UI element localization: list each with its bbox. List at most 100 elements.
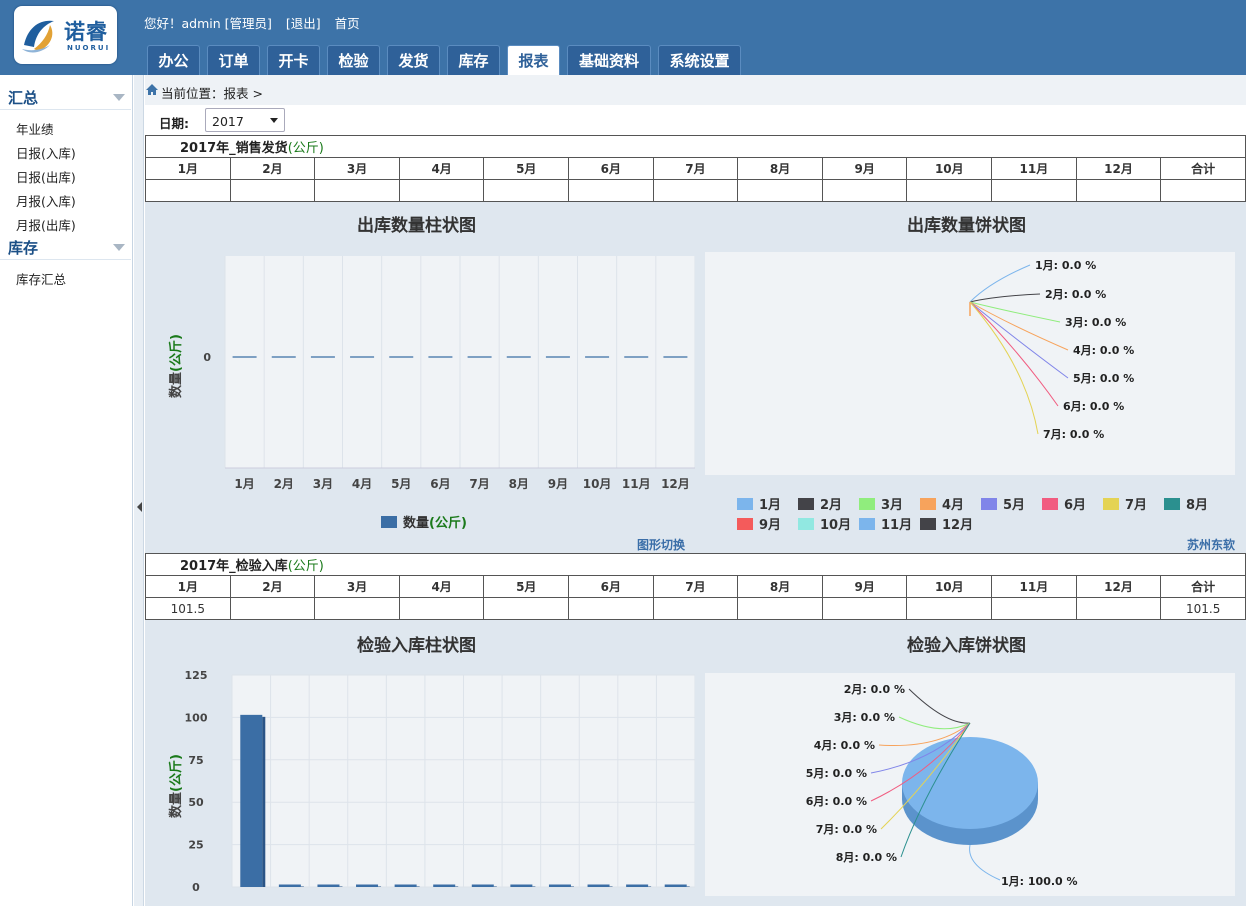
tab-reports[interactable]: 报表: [507, 45, 560, 75]
table-cell: [1075, 597, 1162, 620]
bar-legend-item[interactable]: 数量(公斤): [381, 512, 467, 531]
pie-leader-line: [908, 688, 971, 724]
x-tick-label: 12月: [661, 477, 690, 491]
pie-data-label: 7月: 0.0 %: [1043, 428, 1104, 441]
pie-legend-item[interactable]: 5月: [981, 494, 1025, 513]
main-content: 当前位置：报表 > 日期: 2017 2017年_销售发货(公斤) 1月 2月 3月…: [145, 75, 1246, 906]
legend-swatch: [859, 498, 875, 510]
col-header: 3月: [314, 157, 400, 180]
shipping-charts-panel: 出库数量柱状图 出库数量饼状图 数量(公斤) 0 1月 2月 3月 4月 5月 6月 7月 8月…: [145, 203, 1246, 553]
logout-link[interactable]: [退出]: [286, 16, 321, 31]
sidebar-item-inventory-summary[interactable]: 库存汇总: [16, 269, 66, 288]
home-icon[interactable]: [145, 83, 159, 96]
logo-text: 诺睿: [64, 20, 108, 44]
legend-label: 9月: [759, 518, 782, 533]
logo-subtext: NUORUI: [67, 44, 111, 52]
pie-leader-line: [969, 301, 1039, 435]
bar-side: [416, 886, 420, 887]
bar-side: [686, 886, 690, 887]
tab-orders[interactable]: 订单: [207, 45, 260, 75]
sidebar-group-inventory[interactable]: 库存: [0, 234, 131, 260]
pie-leader-line: [969, 264, 1031, 303]
table-cell: [568, 597, 654, 620]
legend-swatch: [1103, 498, 1119, 510]
pie-data-label: 1月: 100.0 %: [1001, 875, 1078, 888]
pie-legend-item[interactable]: 6月: [1042, 494, 1086, 513]
home-link[interactable]: 首页: [335, 16, 360, 31]
pie-legend-item[interactable]: 8月: [1164, 494, 1208, 513]
pie-leader-line: [969, 293, 1041, 303]
bar-side: [262, 716, 266, 887]
x-tick-label: 11月: [622, 477, 651, 491]
table-header-row: 1月 2月 3月 4月 5月 6月 7月 8月 9月 10月 11月 12月 合计: [145, 157, 1246, 180]
pie-chart-title: 出库数量饼状图: [907, 216, 1026, 236]
legend-label: 6月: [1064, 498, 1087, 513]
sidebar-splitter[interactable]: [134, 75, 144, 906]
table-cell: [652, 597, 739, 620]
breadcrumb-text: 当前位置：报表 >: [161, 86, 263, 101]
chart-switch-link[interactable]: 图形切换: [637, 536, 685, 553]
sidebar-item-daily-out[interactable]: 日报(出库): [16, 167, 76, 186]
x-tick-label: 7月: [469, 477, 489, 491]
legend-swatch: [1164, 498, 1180, 510]
pie-legend-item[interactable]: 9月: [737, 514, 781, 533]
table-cell: [483, 597, 570, 620]
x-tick-label: 6月: [430, 477, 450, 491]
tab-inspection[interactable]: 检验: [327, 45, 380, 75]
app-logo[interactable]: 诺睿 NUORUI: [14, 6, 117, 64]
legend-label: 1月: [759, 498, 782, 513]
bar-chart-title: 出库数量柱状图: [357, 216, 476, 236]
pie-data-label: 5月: 0.0 %: [806, 767, 867, 780]
pie-legend-item[interactable]: 3月: [859, 494, 903, 513]
sidebar-item-annual[interactable]: 年业绩: [16, 119, 54, 138]
y-tick-label: 75: [188, 754, 203, 767]
col-header: 12月: [1075, 157, 1162, 180]
bar-chart-title: 检验入库柱状图: [357, 636, 476, 656]
sidebar: 汇总 年业绩 日报(入库) 日报(出库) 月报(入库) 月报(出库) 库存 库存…: [0, 75, 133, 906]
greeting-text: 您好！admin [管理员]: [144, 16, 272, 31]
col-header: 2月: [229, 575, 316, 598]
pie-legend-item[interactable]: 10月: [798, 514, 851, 533]
x-tick-label: 2月: [274, 477, 294, 491]
bar: [471, 884, 494, 887]
collapse-arrow-icon[interactable]: [113, 244, 125, 251]
pie-data-label: 6月: 0.0 %: [806, 795, 867, 808]
col-header: 9月: [821, 575, 908, 598]
sidebar-group-summary[interactable]: 汇总: [0, 84, 131, 110]
tab-card[interactable]: 开卡: [267, 45, 320, 75]
tab-inventory[interactable]: 库存: [447, 45, 500, 75]
sidebar-item-monthly-in[interactable]: 月报(入库): [16, 191, 76, 210]
collapse-arrow-icon[interactable]: [113, 94, 125, 101]
brand-link[interactable]: 苏州东软: [1187, 536, 1235, 553]
sidebar-item-monthly-out[interactable]: 月报(出库): [16, 215, 76, 234]
pie-legend-item[interactable]: 2月: [798, 494, 842, 513]
tab-base-data[interactable]: 基础资料: [567, 45, 651, 75]
tab-settings[interactable]: 系统设置: [658, 45, 741, 75]
bar-side: [493, 886, 497, 887]
bar-side: [455, 886, 459, 887]
inbound-charts-panel: 检验入库柱状图 检验入库饼状图 数量(公斤) 0 25 50 75 100 125 1月:…: [145, 621, 1246, 906]
pie-legend-item[interactable]: 1月: [737, 494, 781, 513]
pie-data-label: 8月: 0.0 %: [836, 851, 897, 864]
legend-label: 5月: [1003, 498, 1026, 513]
collapse-left-icon[interactable]: [137, 502, 142, 512]
pie-leader-line: [969, 301, 1069, 351]
legend-swatch: [798, 518, 814, 530]
tab-shipping[interactable]: 发货: [387, 45, 440, 75]
legend-swatch: [920, 498, 936, 510]
sidebar-item-daily-in[interactable]: 日报(入库): [16, 143, 76, 162]
table-cell: [568, 179, 654, 202]
col-header: 11月: [991, 157, 1077, 180]
pie-legend-item[interactable]: 4月: [920, 494, 964, 513]
legend-swatch: [1042, 498, 1058, 510]
legend-label: 4月: [942, 498, 965, 513]
year-select[interactable]: 2017: [205, 108, 285, 132]
tab-office[interactable]: 办公: [147, 45, 200, 75]
pie-legend-item[interactable]: 11月: [859, 514, 912, 533]
bar-side: [648, 886, 652, 887]
pie-legend-item[interactable]: 12月: [920, 514, 973, 533]
pie-legend-item[interactable]: 7月: [1103, 494, 1147, 513]
col-header: 6月: [568, 157, 654, 180]
pie-leader-line: [969, 844, 1001, 881]
pie-data-label: 6月: 0.0 %: [1063, 400, 1124, 413]
